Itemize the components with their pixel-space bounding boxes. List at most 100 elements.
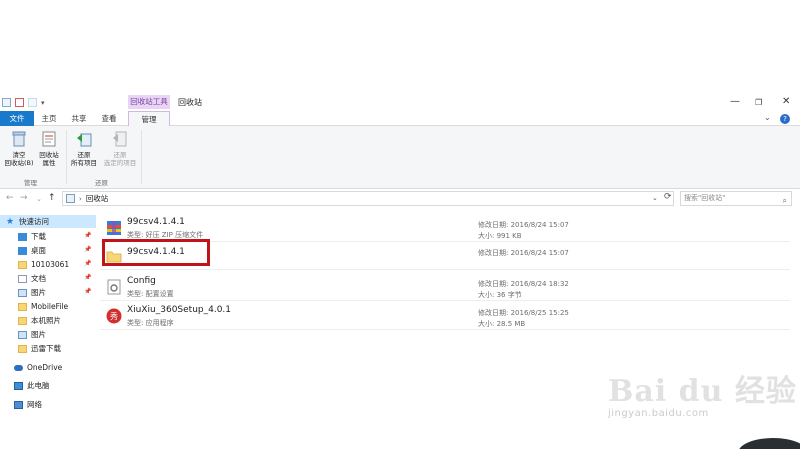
- breadcrumb[interactable]: 回收站: [86, 193, 109, 204]
- bin-properties-button[interactable]: 回收站 属性: [36, 130, 62, 167]
- file-size: 大小: 36 字节: [478, 291, 522, 299]
- sidebar-item-downloads[interactable]: 下载: [18, 230, 46, 243]
- close-button[interactable]: ✕: [782, 96, 790, 107]
- pin-icon[interactable]: 📌: [84, 288, 91, 295]
- sidebar-item-label: 文档: [31, 274, 46, 283]
- sidebar-item-pictures-2[interactable]: 图片: [18, 328, 46, 341]
- restore-all-icon: [75, 130, 93, 148]
- folder-icon: [18, 316, 27, 325]
- row-divider: [100, 269, 790, 270]
- sidebar-item-pictures[interactable]: 图片: [18, 286, 46, 299]
- list-item[interactable]: 秀 XiuXiu_360Setup_4.0.1 类型: 应用程序 修改日期: 2…: [100, 302, 800, 330]
- ribbon-tabs: 文件 主页 共享 查看 管理: [0, 111, 800, 126]
- sidebar-item-label: MobileFile: [31, 302, 69, 311]
- address-dropdown-icon[interactable]: ⌄: [652, 194, 658, 202]
- recycle-bin-icon: [10, 130, 28, 148]
- properties-icon[interactable]: [15, 98, 24, 107]
- sidebar-item-label: 快速访问: [19, 217, 49, 226]
- maximize-button[interactable]: ❐: [755, 98, 762, 107]
- sidebar-item-label: 图片: [31, 288, 46, 297]
- empty-recycle-bin-button[interactable]: 清空 回收站(B): [4, 130, 34, 167]
- file-modified: 修改日期: 2016/8/24 15:07: [478, 249, 569, 257]
- file-type: 类型: 应用程序: [127, 319, 174, 327]
- restore-selected-label: 还原 选定的项目: [103, 151, 137, 167]
- file-size: 大小: 28.5 MB: [478, 320, 526, 328]
- file-name: Config: [127, 276, 156, 286]
- sidebar-item-label: OneDrive: [27, 363, 63, 372]
- search-input[interactable]: 搜索"回收站" ⌕: [680, 191, 792, 206]
- title-bar: [0, 92, 800, 112]
- sidebar-item-label: 此电脑: [27, 381, 50, 390]
- search-placeholder: 搜索"回收站": [684, 194, 726, 202]
- path-chevron-icon[interactable]: ›: [79, 195, 82, 203]
- folder-icon: [18, 344, 27, 353]
- list-item[interactable]: Config 类型: 配置设置 修改日期: 2016/8/24 18:32 大小…: [100, 273, 800, 301]
- corner-overlay: [738, 438, 800, 449]
- sidebar-item-label: 下载: [31, 232, 46, 241]
- sidebar-item-quick-access[interactable]: ★ 快速访问: [0, 215, 96, 228]
- highlight-annotation-box: [102, 239, 210, 266]
- sidebar-item-network[interactable]: 网络: [14, 398, 42, 411]
- tab-view[interactable]: 查看: [98, 111, 120, 126]
- tab-share[interactable]: 共享: [68, 111, 90, 126]
- file-modified: 修改日期: 2016/8/25 15:25: [478, 309, 569, 317]
- recent-locations-icon[interactable]: ⌄: [36, 195, 42, 203]
- pin-icon[interactable]: 📌: [84, 246, 91, 253]
- group-label-restore: 还原: [95, 179, 108, 187]
- refresh-icon[interactable]: ⟳: [664, 192, 672, 202]
- watermark-logo: Bai du 经验: [608, 374, 797, 409]
- forward-button[interactable]: →: [20, 193, 28, 203]
- sidebar-item-thunder-downloads[interactable]: 迅雷下载: [18, 342, 61, 355]
- sidebar-item-this-pc[interactable]: 此电脑: [14, 379, 50, 392]
- sidebar-item-label: 10103061: [31, 260, 70, 269]
- row-divider: [100, 300, 790, 301]
- context-tab-label: 回收站工具: [128, 95, 170, 109]
- restore-all-button[interactable]: 还原 所有项目: [68, 130, 100, 167]
- tab-home[interactable]: 主页: [38, 111, 60, 126]
- sidebar-item-documents[interactable]: 文档: [18, 272, 46, 285]
- sidebar-item-desktop[interactable]: 桌面: [18, 244, 46, 257]
- folder-icon: [18, 260, 27, 269]
- picture-icon: [18, 288, 27, 297]
- pin-icon[interactable]: 📌: [84, 260, 91, 267]
- document-icon: [18, 274, 27, 283]
- restore-selected-icon: [111, 130, 129, 148]
- minimize-button[interactable]: —: [730, 96, 740, 107]
- sidebar-item-label: 本机照片: [31, 316, 61, 325]
- config-file-icon: [106, 279, 122, 295]
- help-icon[interactable]: ?: [780, 114, 790, 124]
- network-icon: [14, 400, 23, 409]
- sidebar-item-label: 网络: [27, 400, 42, 409]
- row-divider: [100, 329, 790, 330]
- back-button[interactable]: ←: [6, 193, 14, 203]
- picture-icon: [18, 330, 27, 339]
- restore-selected-button[interactable]: 还原 选定的项目: [102, 130, 138, 167]
- sidebar-item-10103061[interactable]: 10103061: [18, 258, 69, 271]
- tab-manage[interactable]: 管理: [128, 111, 170, 126]
- svg-text:秀: 秀: [110, 311, 118, 321]
- bin-props-label: 回收站 属性: [39, 151, 59, 167]
- new-folder-icon[interactable]: [28, 98, 37, 107]
- collapse-ribbon-icon[interactable]: ⌄: [764, 113, 771, 122]
- list-item[interactable]: 99csv4.1.4.1 类型: 好压 ZIP 压缩文件 修改日期: 2016/…: [100, 214, 800, 242]
- cloud-icon: [14, 364, 23, 371]
- sidebar-item-label: 图片: [31, 330, 46, 339]
- sidebar-item-label: 桌面: [31, 246, 46, 255]
- quick-access-toolbar: ▾: [2, 98, 45, 107]
- sidebar-item-mobilefile[interactable]: MobileFile: [18, 300, 68, 313]
- download-icon: [18, 232, 27, 241]
- file-name: 99csv4.1.4.1: [127, 217, 185, 227]
- star-icon: ★: [6, 216, 15, 227]
- recycle-bin-small-icon: [2, 98, 11, 107]
- pin-icon[interactable]: 📌: [84, 232, 91, 239]
- pin-icon[interactable]: 📌: [84, 274, 91, 281]
- sidebar-item-local-photos[interactable]: 本机照片: [18, 314, 61, 327]
- sidebar-item-onedrive[interactable]: OneDrive: [14, 361, 62, 374]
- blank-top-area: [0, 0, 800, 92]
- address-bar[interactable]: › 回收站: [62, 191, 674, 206]
- customize-toolbar-icon[interactable]: ▾: [41, 99, 45, 107]
- file-size: 大小: 991 KB: [478, 232, 522, 240]
- up-button[interactable]: ↑: [48, 193, 56, 203]
- tab-file[interactable]: 文件: [0, 111, 34, 126]
- sidebar-item-label: 迅雷下载: [31, 344, 61, 353]
